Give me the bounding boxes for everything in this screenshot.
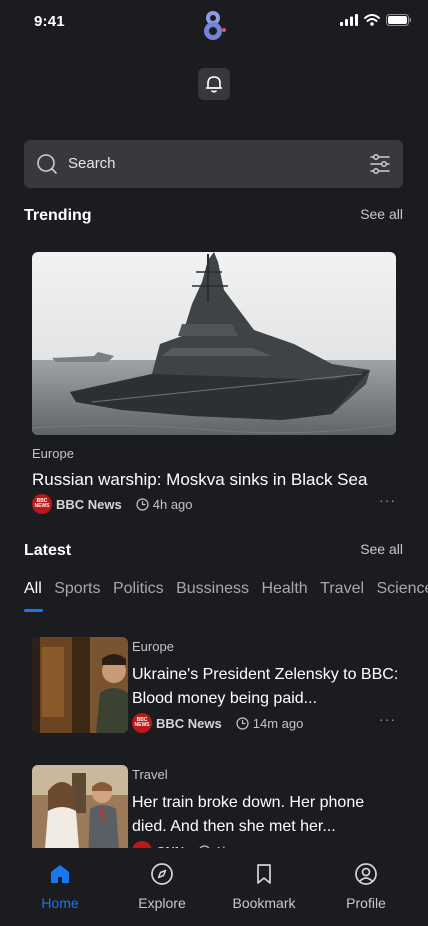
- list-item[interactable]: Europe Ukraine's President Zelensky to B…: [32, 637, 402, 733]
- status-indicators: [340, 14, 412, 26]
- battery-icon: [386, 14, 411, 26]
- trending-headline[interactable]: Russian warship: Moskva sinks in Black S…: [32, 470, 402, 490]
- article-category: Europe: [132, 639, 174, 654]
- nav-profile-label: Profile: [346, 895, 386, 911]
- nav-explore[interactable]: Explore: [111, 848, 213, 926]
- app-logo: [200, 9, 228, 41]
- tab-sports[interactable]: Sports: [54, 580, 100, 598]
- article-category: Travel: [132, 767, 168, 782]
- nav-bookmark[interactable]: Bookmark: [213, 848, 315, 926]
- latest-see-all-link[interactable]: See all: [360, 541, 403, 557]
- source-name[interactable]: BBC News: [56, 497, 122, 512]
- nav-bookmark-label: Bookmark: [232, 895, 296, 911]
- filter-icon[interactable]: [369, 153, 391, 175]
- search-icon: [37, 154, 57, 174]
- trending-category: Europe: [32, 446, 74, 461]
- active-tab-indicator: [24, 609, 43, 612]
- bookmark-icon: [257, 864, 271, 884]
- wifi-icon: [364, 14, 380, 26]
- trending-article-image[interactable]: [32, 252, 396, 435]
- tab-health[interactable]: Health: [261, 580, 307, 598]
- article-meta: BBC NEWS BBC News 14m ago ···: [132, 711, 396, 733]
- trending-see-all-link[interactable]: See all: [360, 206, 403, 222]
- article-headline[interactable]: Ukraine's President Zelensky to BBC: Blo…: [132, 663, 402, 711]
- list-item[interactable]: Travel Her train broke down. Her phone d…: [32, 765, 402, 861]
- trending-title: Trending: [24, 207, 92, 224]
- status-time: 9:41: [34, 13, 65, 30]
- source-name[interactable]: BBC News: [156, 716, 222, 731]
- tab-bussiness[interactable]: Bussiness: [176, 580, 249, 598]
- article-thumbnail: [32, 765, 128, 861]
- clock-icon: [236, 716, 249, 730]
- status-bar: 9:41: [0, 0, 428, 44]
- article-headline[interactable]: Her train broke down. Her phone died. An…: [132, 791, 402, 839]
- tab-travel[interactable]: Travel: [320, 580, 364, 598]
- bottom-nav: Home Explore Bookmark Profile: [0, 848, 428, 926]
- signal-icon: [340, 14, 358, 26]
- tab-science[interactable]: Science: [376, 580, 428, 598]
- trending-meta: BBC NEWS BBC News 4h ago ···: [32, 492, 396, 514]
- tab-all[interactable]: All: [24, 580, 42, 598]
- time-ago: 4h ago: [152, 496, 193, 512]
- search-placeholder: Search: [68, 155, 116, 172]
- article-thumbnail: [32, 637, 128, 733]
- nav-home-label: Home: [41, 895, 79, 911]
- time-ago: 14m ago: [252, 715, 304, 731]
- bell-icon: [205, 76, 223, 93]
- category-tabs: All Sports Politics Bussiness Health Tra…: [24, 580, 428, 612]
- home-icon: [51, 865, 69, 883]
- bbc-news-logo: BBC NEWS: [32, 494, 52, 514]
- clock-icon: [136, 497, 149, 511]
- nav-explore-label: Explore: [138, 895, 186, 911]
- nav-profile[interactable]: Profile: [315, 848, 417, 926]
- bbc-news-logo: BBC NEWS: [132, 713, 152, 733]
- nav-home[interactable]: Home: [9, 848, 111, 926]
- more-options-icon[interactable]: ···: [379, 492, 396, 508]
- latest-title: Latest: [24, 542, 72, 559]
- notification-button[interactable]: [198, 68, 230, 100]
- search-input[interactable]: Search: [24, 140, 403, 188]
- compass-icon: [151, 863, 173, 885]
- more-options-icon[interactable]: ···: [379, 711, 396, 727]
- tab-politics[interactable]: Politics: [113, 580, 164, 598]
- profile-icon: [355, 863, 377, 885]
